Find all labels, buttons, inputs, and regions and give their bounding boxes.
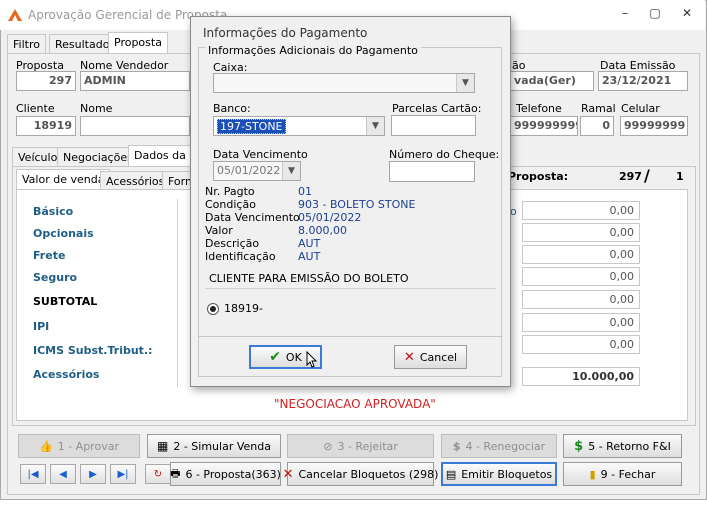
caixa-select[interactable]: ▼: [213, 73, 475, 93]
previous-record-button[interactable]: ◀: [50, 464, 76, 484]
check-icon: ✔: [269, 349, 281, 365]
cliente-emissao-caption: CLIENTE PARA EMISSÃO DO BOLETO: [209, 272, 409, 285]
opcionais-label: Opcionais: [33, 227, 94, 240]
maximize-icon[interactable]: ▢: [640, 6, 670, 24]
renegociar-button[interactable]: $4 - Renegociar: [441, 434, 557, 458]
proposta-print-button[interactable]: 🖶 6 - Proposta(363): [170, 462, 281, 486]
tab-resultado[interactable]: Resultado: [49, 34, 116, 54]
seguro-label: Seguro: [33, 271, 78, 284]
data-vencimento-picker[interactable]: 05/01/2022 ▼: [213, 161, 301, 181]
tab-filtro[interactable]: Filtro: [7, 34, 46, 54]
proposta-summary-number: 297: [619, 170, 642, 183]
proposta-summary-label: Proposta:: [508, 170, 569, 183]
cliente-radio[interactable]: 18919-: [207, 302, 263, 315]
ramal-field[interactable]: 0: [580, 116, 614, 136]
nome-label: Nome: [80, 102, 113, 115]
refresh-icon[interactable]: ↻: [145, 464, 171, 484]
tab-proposta[interactable]: Proposta: [108, 32, 168, 54]
proposta-summary-sep: /: [644, 166, 650, 185]
dollar-icon: $: [452, 439, 461, 453]
aprovar-button[interactable]: 👍 1 - Aprovar: [18, 434, 140, 458]
x-icon: ✕: [403, 349, 415, 365]
chevron-down-icon: ▼: [366, 117, 384, 135]
app-logo-icon: [8, 9, 22, 21]
left-value-column: [177, 199, 191, 387]
minimize-icon[interactable]: –: [610, 6, 640, 24]
cliente-label: Cliente: [16, 102, 55, 115]
rejeitar-button[interactable]: ⊘ 3 - Rejeitar: [287, 434, 434, 458]
telefone-label: Telefone: [516, 102, 562, 115]
last-record-button[interactable]: ▶|: [110, 464, 136, 484]
seguro-value: 0,00: [522, 267, 640, 286]
status-message: "NEGOCIACAO APROVADA": [274, 397, 436, 411]
retorno-fi-button[interactable]: $5 - Retorno F&I: [563, 434, 682, 458]
radio-selected-icon: [207, 302, 219, 315]
group-caption: Informações Adicionais do Pagamento: [205, 44, 421, 57]
caption-divider: [205, 288, 496, 289]
frete-value: 0,00: [522, 245, 640, 264]
block-icon: ⊘: [323, 439, 333, 453]
cheque-field[interactable]: [389, 161, 475, 182]
cancel-button[interactable]: ✕ Cancel: [394, 345, 467, 369]
icms-label: ICMS Subst.Tribut.:: [33, 344, 153, 357]
close-icon[interactable]: ✕: [672, 6, 702, 24]
thumbs-up-icon: 👍: [39, 439, 53, 453]
ipi-value: 0,00: [522, 313, 640, 332]
emitir-bloquetos-button[interactable]: ▤ Emitir Bloquetos: [441, 462, 557, 486]
tab-valor-venda[interactable]: Valor de venda: [16, 169, 111, 191]
tab-veiculo[interactable]: Veículo: [12, 147, 64, 167]
dialog-title: Informações do Pagamento: [203, 26, 368, 40]
payment-info-list: Nr. Pagto 01 Condição 903 - BOLETO STONE D…: [205, 185, 416, 263]
printer-icon: 🖶: [170, 466, 181, 480]
mouse-cursor-icon: [306, 351, 318, 368]
subtotal-label: SUBTOTAL: [33, 295, 98, 308]
parcelas-label: Parcelas Cartão:: [392, 102, 482, 115]
frete-label: Frete: [33, 249, 66, 262]
opcionais-value: 0,00: [522, 223, 640, 242]
basico-label: Básico: [33, 205, 74, 218]
subtotal-value: 0,00: [522, 290, 640, 309]
icms-value: 0,00: [522, 335, 640, 354]
acessorios-label: Acessórios: [33, 368, 100, 381]
banco-label: Banco:: [213, 102, 251, 115]
cheque-label: Número do Cheque:: [389, 148, 500, 161]
proposta-summary-version: 1: [676, 170, 684, 183]
nome-field[interactable]: [80, 116, 190, 136]
payment-dialog: Informações do Pagamento Informações Adi…: [190, 16, 511, 387]
tab-acessorios[interactable]: Acessórios: [100, 171, 171, 191]
celular-label: Celular: [621, 102, 660, 115]
data-vencimento-label: Data Vencimento: [213, 148, 308, 161]
chevron-down-icon: ▼: [456, 74, 474, 92]
basico-value: 0,00: [522, 201, 640, 220]
document-icon: ▤: [445, 467, 457, 481]
parcelas-field[interactable]: [391, 115, 476, 136]
proposta-field[interactable]: 297: [16, 71, 76, 91]
simular-venda-button[interactable]: ▦ 2 - Simular Venda: [147, 434, 281, 458]
first-record-button[interactable]: |◀: [20, 464, 46, 484]
celular-field[interactable]: 99999999: [620, 116, 688, 136]
next-record-button[interactable]: ▶: [80, 464, 106, 484]
dollar-icon: $: [574, 438, 584, 454]
calculator-icon: ▦: [157, 439, 169, 453]
door-exit-icon: ▮: [589, 467, 596, 481]
ramal-label: Ramal: [581, 102, 616, 115]
chevron-down-icon: ▼: [282, 162, 300, 180]
telefone-field[interactable]: 999999999: [510, 116, 578, 136]
x-icon: ✕: [282, 466, 294, 482]
cancelar-bloquetos-button[interactable]: ✕ Cancelar Bloquetos (298): [283, 462, 438, 486]
cliente-field[interactable]: 18919: [16, 116, 76, 136]
data-emissao-field[interactable]: 23/12/2021: [598, 71, 688, 91]
fechar-button[interactable]: ▮ 9 - Fechar: [563, 462, 682, 486]
tab-negociacoes[interactable]: Negociações: [57, 147, 139, 167]
ipi-label: IPI: [33, 320, 50, 333]
acessorios-value: 10.000,00: [522, 367, 640, 386]
right-column-marker: o: [510, 205, 517, 218]
vendedor-field[interactable]: ADMIN: [80, 71, 190, 91]
button-divider: [198, 336, 502, 337]
situacao-field[interactable]: vada(Ger): [510, 71, 594, 91]
banco-select[interactable]: 197-STONE ▼: [213, 116, 385, 136]
